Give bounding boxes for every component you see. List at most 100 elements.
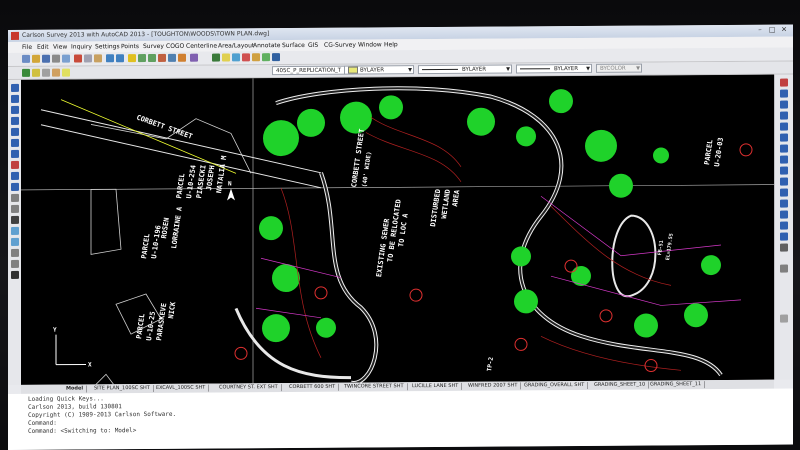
copy-object-icon[interactable]: [780, 89, 788, 98]
revision-cloud-icon[interactable]: [11, 160, 19, 169]
menu-view[interactable]: View: [53, 44, 67, 51]
make-current-icon[interactable]: [262, 53, 270, 62]
menu-file[interactable]: File: [22, 44, 32, 51]
tab-grading-sheet-11[interactable]: GRADING_SHEET_11: [647, 381, 706, 389]
stretch-icon[interactable]: [780, 166, 788, 175]
mirror-icon[interactable]: [780, 100, 788, 109]
menu-edit[interactable]: Edit: [37, 44, 49, 51]
undo-icon[interactable]: [106, 54, 114, 63]
region-icon[interactable]: [11, 248, 19, 257]
make-block-icon[interactable]: [11, 204, 19, 213]
match-layer-icon[interactable]: [272, 53, 280, 62]
copy-icon[interactable]: [84, 54, 92, 63]
rectangle-icon[interactable]: [11, 127, 19, 136]
layer-state-icon[interactable]: [222, 53, 230, 62]
offset-icon[interactable]: [780, 111, 788, 120]
scrollbar-thumb[interactable]: [780, 314, 788, 323]
help-icon[interactable]: [190, 53, 198, 62]
menu-help[interactable]: Help: [384, 41, 398, 48]
color-dropdown[interactable]: BYLAYER ▼: [344, 65, 414, 75]
join-icon[interactable]: [780, 210, 788, 219]
open-icon[interactable]: [32, 54, 40, 63]
command-line[interactable]: Loading Quick Keys... Carlson 2013, buil…: [8, 388, 793, 450]
menu-surface[interactable]: Surface: [282, 42, 305, 49]
preview-icon[interactable]: [62, 54, 70, 63]
tab-site-plan[interactable]: SITE PLAN_100SC SHT: [91, 384, 154, 393]
layer-dropdown[interactable]: 405C_P_REPLICATION_T▼: [272, 65, 354, 76]
rotate-icon[interactable]: [780, 144, 788, 153]
ellipse-icon[interactable]: [11, 182, 19, 191]
menu-annotate[interactable]: Annotate: [253, 42, 280, 49]
plotstyle-dropdown[interactable]: BYCOLOR ▼: [596, 63, 642, 73]
tab-lucille[interactable]: LUCILLE LANE SHT: [409, 382, 463, 391]
tab-grading-sheet-10[interactable]: GRADING_SHEET_10: [591, 381, 650, 389]
layer-previous-icon[interactable]: [232, 53, 240, 62]
insert-block-icon[interactable]: [11, 193, 19, 202]
paste-icon[interactable]: [94, 54, 102, 63]
menu-area-layout[interactable]: Area/Layout: [218, 42, 254, 49]
menu-centerline[interactable]: Centerline: [186, 43, 217, 50]
redo-icon[interactable]: [116, 54, 124, 63]
sun-icon[interactable]: [42, 68, 50, 77]
tab-model[interactable]: Model: [63, 385, 88, 393]
break-icon[interactable]: [780, 199, 788, 208]
spline-icon[interactable]: [11, 171, 19, 180]
scale-icon[interactable]: [780, 155, 788, 164]
bulb-icon[interactable]: [32, 68, 40, 77]
chamfer-icon[interactable]: [780, 221, 788, 230]
menu-settings[interactable]: Settings: [95, 43, 120, 50]
arc-icon[interactable]: [11, 138, 19, 147]
move-icon[interactable]: [780, 133, 788, 142]
pan-icon[interactable]: [128, 54, 136, 63]
close-button[interactable]: ✕: [778, 26, 790, 35]
menu-cogo[interactable]: COGO: [166, 43, 184, 50]
cut-icon[interactable]: [74, 54, 82, 63]
design-center-icon[interactable]: [168, 53, 176, 62]
polygon-icon[interactable]: [11, 116, 19, 125]
maximize-button[interactable]: □: [766, 26, 778, 35]
menu-gis[interactable]: GIS: [308, 42, 318, 49]
array-icon[interactable]: [780, 122, 788, 131]
layer-manager-icon[interactable]: [212, 53, 220, 62]
erase-icon[interactable]: [780, 78, 788, 87]
print-icon[interactable]: [52, 54, 60, 63]
new-icon[interactable]: [22, 54, 30, 63]
tab-winfred[interactable]: WINFRED 2007 SHT: [465, 382, 522, 390]
table-icon[interactable]: [11, 259, 19, 268]
properties-icon[interactable]: [158, 53, 166, 62]
circle-icon[interactable]: [11, 149, 19, 158]
tab-grading-overall[interactable]: GRADING_OVERALL SHT: [521, 381, 589, 390]
gradient-icon[interactable]: [11, 237, 19, 246]
menu-points[interactable]: Points: [121, 43, 139, 50]
lineweight-dropdown[interactable]: BYLAYER ▼: [516, 63, 592, 74]
construction-line-icon[interactable]: [11, 94, 19, 103]
point-icon[interactable]: [11, 215, 19, 224]
zoom-window-icon[interactable]: [148, 53, 156, 63]
tab-courtney[interactable]: COURTNEY ST. EXT SHT: [216, 384, 282, 392]
tool-palette-icon[interactable]: [178, 53, 186, 62]
unlock-icon[interactable]: [52, 68, 60, 77]
freeze-icon[interactable]: [242, 53, 250, 62]
tab-excavl[interactable]: EXCAVL_100SC SHT: [153, 384, 210, 392]
tab-corbett[interactable]: CORBETT 600 SHT: [286, 383, 340, 392]
save-icon[interactable]: [42, 54, 50, 63]
line-icon[interactable]: [11, 83, 19, 92]
scroll-up-icon[interactable]: [780, 264, 788, 273]
menu-cg-survey[interactable]: CG-Survey: [324, 42, 356, 49]
fillet-icon[interactable]: [780, 232, 788, 241]
polyline-icon[interactable]: [11, 105, 19, 114]
menu-window[interactable]: Window: [358, 41, 382, 48]
menu-survey[interactable]: Survey: [143, 43, 164, 50]
extend-icon[interactable]: [780, 188, 788, 197]
tab-twincore[interactable]: TWINCORE STREET SHT: [341, 383, 408, 391]
trim-icon[interactable]: [780, 177, 788, 186]
menu-inquiry[interactable]: Inquiry: [71, 43, 92, 50]
mtext-icon[interactable]: [11, 270, 19, 279]
drawing-canvas[interactable]: N X Y CORBETT STREET CORBETT STREET (40'…: [21, 74, 774, 385]
hatch-icon[interactable]: [11, 226, 19, 235]
command-prompt[interactable]: Command: <Switching to: Model>: [28, 427, 136, 435]
explode-icon[interactable]: [780, 243, 788, 252]
zoom-icon[interactable]: [138, 54, 146, 63]
minimize-button[interactable]: –: [754, 26, 766, 35]
linetype-dropdown[interactable]: BYLAYER ▼: [418, 64, 512, 75]
